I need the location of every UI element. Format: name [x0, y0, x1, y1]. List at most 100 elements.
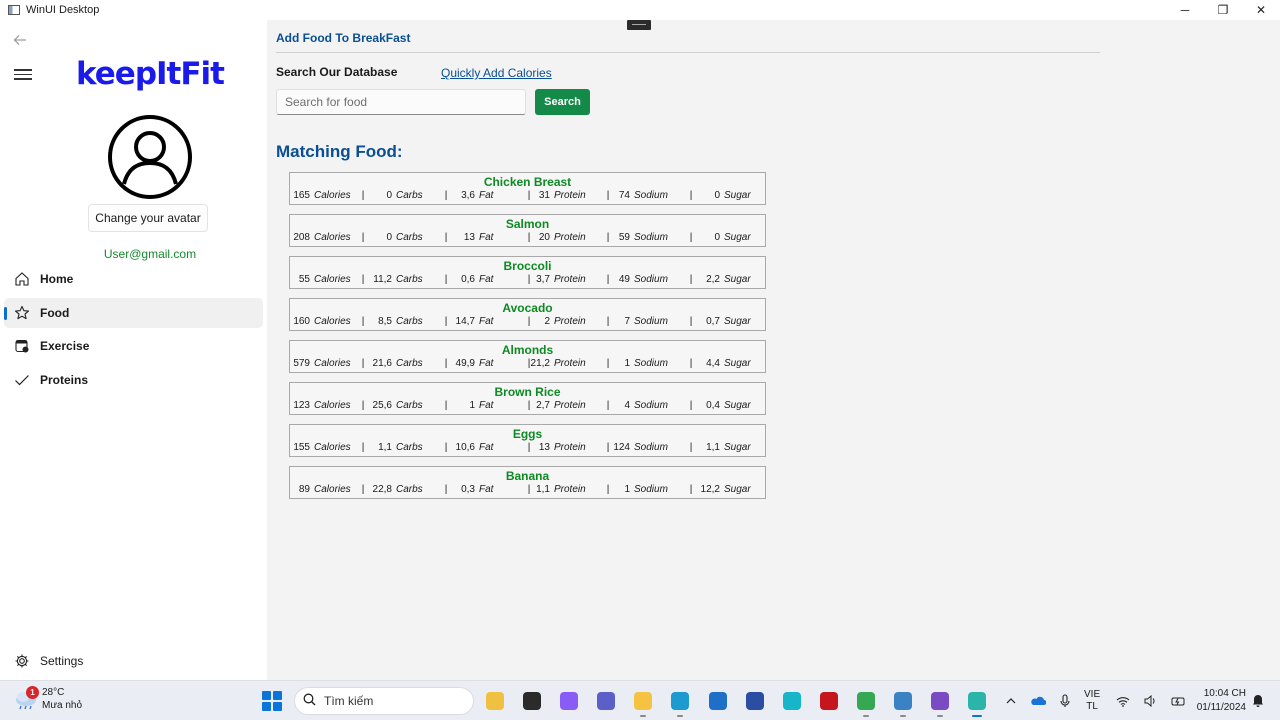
nutrition-cell: 31 Protein — [526, 190, 586, 201]
nutrition-value: 1 — [469, 400, 475, 411]
nutrition-unit: Protein — [554, 274, 586, 285]
nutrition-value: 165 — [293, 190, 310, 201]
checkmark-icon — [12, 370, 32, 390]
food-card[interactable]: Banana 89 Calories | 22,8 Carbs | 0,3 Fat | 1,1 Pro… — [289, 466, 766, 499]
visual-studio-icon[interactable] — [927, 689, 953, 717]
system-tray: VIE TL — [1006, 689, 1201, 713]
cyan-app-icon[interactable] — [779, 689, 805, 713]
food-search-input[interactable] — [276, 89, 526, 115]
nutrition-unit: Sodium — [634, 190, 668, 201]
weather-widget[interactable]: 1 28°C Mưa nhỏ — [14, 686, 82, 712]
nutrition-cell: 160 Calories — [290, 316, 351, 327]
nutrition-cell: 22,8 Carbs — [368, 484, 423, 495]
minimize-button[interactable]: ─ — [1166, 0, 1204, 20]
nutrition-cell: 165 Calories — [290, 190, 351, 201]
column-separator: | — [361, 358, 365, 369]
sidebar-item-label: Home — [40, 272, 74, 286]
nutrition-row: 160 Calories | 8,5 Carbs | 14,7 Fat | 2 Protein | 7 S… — [290, 316, 765, 329]
teams-icon[interactable] — [593, 689, 619, 713]
nutrition-value: 1,1 — [706, 442, 720, 453]
restore-button[interactable]: ❐ — [1204, 0, 1242, 20]
food-card[interactable]: Avocado 160 Calories | 8,5 Carbs | 14,7 Fat | 2 Pro… — [289, 298, 766, 331]
notepad-icon[interactable] — [890, 689, 916, 717]
nutrition-unit: Calories — [314, 316, 351, 327]
close-button[interactable]: ✕ — [1242, 0, 1280, 20]
app-glyph — [560, 692, 579, 710]
mcafee-icon[interactable] — [816, 689, 842, 713]
sidebar-item-home[interactable]: Home — [4, 264, 263, 294]
quick-add-calories-link[interactable]: Quickly Add Calories — [441, 66, 552, 80]
input-language[interactable]: VIE TL — [1084, 689, 1100, 713]
sidebar-item-food[interactable]: Food — [4, 297, 263, 328]
food-card[interactable]: Almonds 579 Calories | 21,6 Carbs | 49,9 Fat | 21,… — [289, 340, 766, 373]
food-card[interactable]: Brown Rice 123 Calories | 25,6 Carbs | 1 Fat | 2,7… — [289, 382, 766, 415]
notification-bell-icon[interactable] — [1252, 693, 1264, 712]
search-icon — [303, 693, 316, 709]
nutrition-row: 165 Calories | 0 Carbs | 3,6 Fat | 31 Protein | 74 So… — [290, 190, 765, 203]
system-clock[interactable]: 10:04 CH 01/11/2024 — [1186, 687, 1246, 715]
food-name: Avocado — [502, 301, 553, 315]
food-card[interactable]: Salmon 208 Calories | 0 Carbs | 13 Fat | 20 Protein… — [289, 214, 766, 247]
change-avatar-button[interactable]: Change your avatar — [88, 204, 208, 232]
chevron-up-icon[interactable] — [1006, 697, 1016, 705]
nutrition-cell: 4,4 Sugar — [694, 358, 751, 369]
nutrition-value: 1,1 — [536, 484, 550, 495]
visual-studio-code-icon[interactable] — [742, 689, 768, 713]
nutrition-unit: Fat — [479, 232, 494, 243]
sidebar-item-proteins[interactable]: Proteins — [4, 365, 263, 395]
arrow-left-icon[interactable] — [10, 30, 30, 50]
taskbar-search[interactable]: Tìm kiếm — [294, 687, 474, 715]
nutrition-cell: 55 Calories — [290, 274, 351, 285]
sidebar-item-exercise[interactable]: Exercise — [4, 331, 263, 361]
nutrition-unit: Sodium — [634, 358, 668, 369]
file-explorer-icon[interactable] — [630, 689, 656, 717]
food-card[interactable]: Broccoli 55 Calories | 11,2 Carbs | 0,6 Fat | 3,7 P… — [289, 256, 766, 289]
book-app-icon[interactable] — [482, 689, 508, 713]
notification-badge: 1 — [26, 686, 39, 699]
sidebar-item-settings[interactable]: Settings — [4, 646, 83, 676]
food-card[interactable]: Eggs 155 Calories | 1,1 Carbs | 10,6 Fat | 13 Prote… — [289, 424, 766, 457]
nutrition-unit: Carbs — [396, 442, 423, 453]
nutrition-unit: Sugar — [724, 274, 751, 285]
copilot-icon[interactable] — [556, 689, 582, 713]
nutrition-unit: Carbs — [396, 190, 423, 201]
nutrition-cell: 208 Calories — [290, 232, 350, 243]
winui-app-icon[interactable] — [964, 689, 990, 717]
nutrition-cell: 0 Carbs — [368, 190, 423, 201]
battery-charging-icon[interactable] — [1171, 695, 1187, 707]
nutrition-unit: Calories — [314, 442, 351, 453]
nutrition-value: 31 — [538, 190, 550, 201]
nutrition-row: 55 Calories | 11,2 Carbs | 0,6 Fat | 3,7 Protein | 4… — [290, 274, 765, 287]
nutrition-value: 2,7 — [536, 400, 550, 411]
chrome-icon[interactable] — [853, 689, 879, 717]
start-button[interactable] — [262, 691, 282, 711]
nutrition-cell: 8,5 Carbs — [368, 316, 423, 327]
nutrition-row: 123 Calories | 25,6 Carbs | 1 Fat | 2,7 Protein | 4 S… — [290, 400, 765, 413]
edge-icon[interactable] — [667, 689, 693, 717]
nutrition-unit: Sodium — [634, 274, 668, 285]
nutrition-unit: Calories — [314, 190, 351, 201]
nutrition-value: 49,9 — [455, 358, 475, 369]
nutrition-cell: 21,2 Protein — [526, 358, 586, 369]
store-icon[interactable] — [705, 689, 731, 713]
window-controls: ─ ❐ ✕ — [1166, 0, 1280, 20]
sidebar-item-label: Food — [40, 305, 70, 320]
volume-icon[interactable] — [1144, 695, 1157, 707]
nutrition-cell: 1,1 Protein — [526, 484, 586, 495]
nutrition-value: 10,6 — [455, 442, 475, 453]
wifi-icon[interactable] — [1116, 696, 1130, 707]
terminal-icon[interactable] — [519, 689, 545, 713]
nutrition-value: 155 — [293, 442, 310, 453]
nutrition-cell: 14,7 Fat — [449, 316, 494, 327]
nutrition-value: 0 — [386, 232, 392, 243]
title-divider — [276, 52, 1100, 53]
onedrive-icon[interactable] — [1030, 696, 1046, 706]
nutrition-value: 124 — [613, 442, 630, 453]
food-card[interactable]: Chicken Breast 165 Calories | 0 Carbs | 3,6 Fat |… — [289, 172, 766, 205]
rain-cloud-icon: 1 — [14, 686, 39, 710]
nutrition-value: 59 — [618, 232, 630, 243]
drag-handle[interactable] — [627, 20, 651, 30]
search-button[interactable]: Search — [535, 89, 590, 115]
microphone-icon[interactable] — [1060, 694, 1070, 708]
nutrition-value: 1 — [624, 484, 630, 495]
